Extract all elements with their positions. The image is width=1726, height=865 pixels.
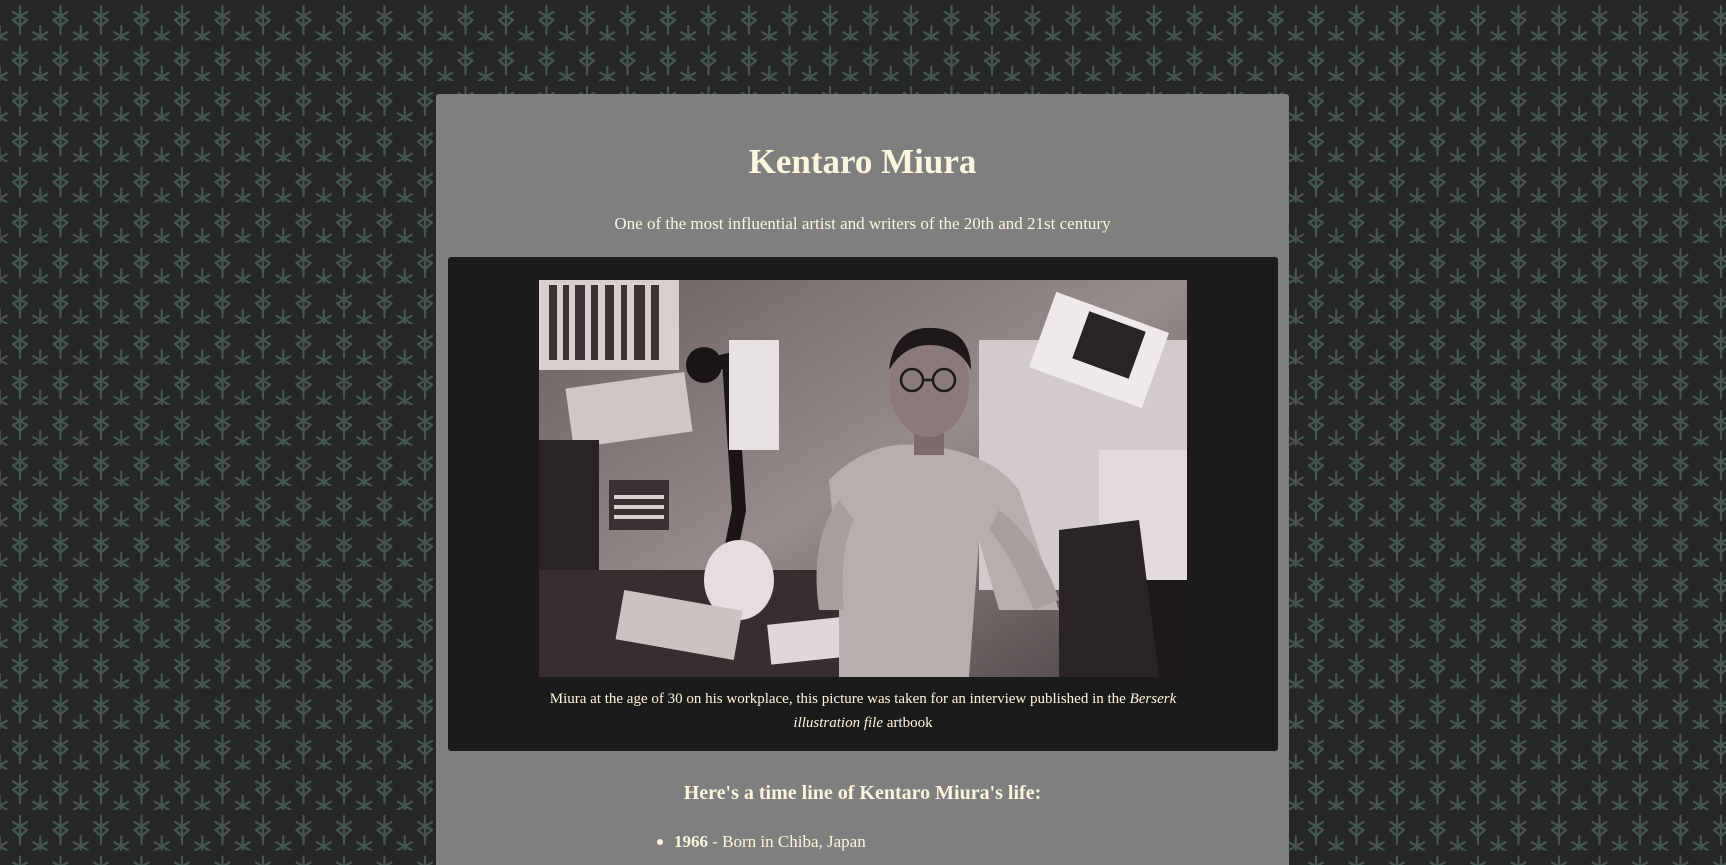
- timeline-list: 1966 - Born in Chiba, Japan: [652, 831, 866, 853]
- bullet-icon: [657, 839, 663, 845]
- image-container: Miura at the age of 30 on his workplace,…: [448, 257, 1278, 751]
- photo-miura-workplace: [539, 280, 1187, 677]
- caption-text-end: artbook: [883, 715, 933, 731]
- timeline-text: - Born in Chiba, Japan: [708, 832, 866, 851]
- timeline-heading: Here's a time line of Kentaro Miura's li…: [683, 782, 1042, 804]
- main-panel: Kentaro Miura One of the most influentia…: [436, 94, 1289, 865]
- page-subtitle: One of the most influential artist and w…: [614, 214, 1111, 233]
- page-title: Kentaro Miura: [748, 142, 977, 181]
- image-caption: Miura at the age of 30 on his workplace,…: [539, 687, 1187, 735]
- caption-text: Miura at the age of 30 on his workplace,…: [549, 691, 1130, 707]
- timeline-item: 1966 - Born in Chiba, Japan: [657, 831, 866, 853]
- timeline-year: 1966: [674, 832, 708, 851]
